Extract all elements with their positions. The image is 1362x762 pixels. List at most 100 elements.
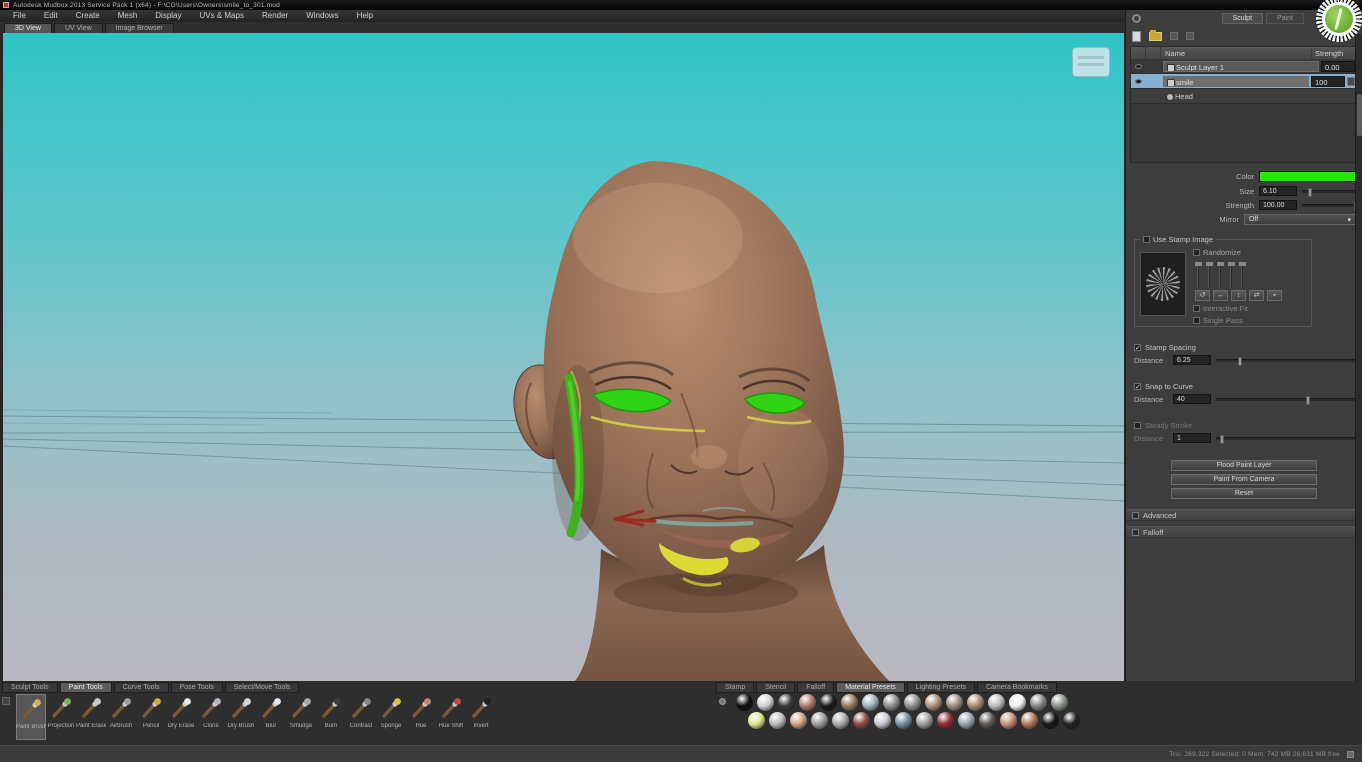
use-stamp-checkbox[interactable]	[1143, 236, 1150, 243]
stamp-transform-button-1[interactable]: ↔	[1213, 290, 1228, 301]
view-tab-image-browser[interactable]: Image Browser	[105, 23, 174, 33]
material-preset-sphere[interactable]	[757, 694, 774, 711]
size-field[interactable]: 6.10	[1259, 186, 1297, 196]
param-value[interactable]: 40	[1173, 394, 1211, 404]
collapsed-section-advanced[interactable]: Advanced	[1126, 509, 1362, 521]
tray-tab-curve-tools[interactable]: Curve Tools	[114, 682, 169, 693]
material-preset-sphere[interactable]	[790, 712, 807, 729]
stamp-transform-button-3[interactable]: ⇄	[1249, 290, 1264, 301]
preset-tab-stamp[interactable]: Stamp	[716, 682, 754, 693]
mirror-dropdown[interactable]: Off ▾	[1244, 214, 1356, 225]
stamp-option-checkbox[interactable]	[1193, 305, 1200, 312]
menu-create[interactable]: Create	[67, 10, 109, 22]
tray-tab-paint-tools[interactable]: Paint Tools	[60, 682, 112, 693]
flood-paint-layer-button[interactable]: Flood Paint Layer	[1171, 460, 1317, 471]
tray-tab-sculpt-tools[interactable]: Sculpt Tools	[2, 682, 58, 693]
layer-tab-paint[interactable]: Paint	[1266, 13, 1304, 24]
scrollbar-handle[interactable]	[1357, 94, 1362, 136]
randomize-checkbox[interactable]	[1193, 249, 1200, 256]
layer-row[interactable]: Head	[1131, 89, 1357, 104]
preset-tab-stencil[interactable]: Stencil	[756, 682, 795, 693]
tool-projection[interactable]: Projection	[46, 694, 76, 740]
reset-button[interactable]: Reset	[1171, 488, 1317, 499]
stamp-option-checkbox[interactable]	[1193, 317, 1200, 324]
material-preset-sphere[interactable]	[811, 712, 828, 729]
material-preset-sphere[interactable]	[925, 694, 942, 711]
layer-row[interactable]: smile100	[1131, 74, 1357, 89]
material-preset-sphere[interactable]	[1000, 712, 1017, 729]
material-preset-sphere[interactable]	[937, 712, 954, 729]
material-preset-sphere[interactable]	[1021, 712, 1038, 729]
menu-mesh[interactable]: Mesh	[109, 10, 147, 22]
material-preset-sphere[interactable]	[1009, 694, 1026, 711]
strength-field[interactable]: 100.00	[1259, 200, 1297, 210]
menu-help[interactable]: Help	[348, 10, 382, 22]
tool-pencil[interactable]: Pencil	[136, 694, 166, 740]
section-checkbox[interactable]	[1134, 383, 1141, 390]
tray-handle-icon[interactable]	[2, 697, 10, 705]
paint-from-camera-button[interactable]: Paint From Camera	[1171, 474, 1317, 485]
panel-scrollbar[interactable]	[1355, 34, 1362, 745]
material-preset-sphere[interactable]	[946, 694, 963, 711]
stamp-preview[interactable]	[1140, 252, 1186, 316]
strength-slider[interactable]	[1302, 204, 1356, 207]
param-slider[interactable]	[1216, 359, 1356, 362]
material-preset-sphere[interactable]	[799, 694, 816, 711]
tool-hue[interactable]: Hue	[406, 694, 436, 740]
expand-icon[interactable]	[1132, 512, 1139, 519]
tool-paint-brush[interactable]: Paint Brush	[16, 694, 46, 740]
material-preset-sphere[interactable]	[874, 712, 891, 729]
material-preset-sphere[interactable]	[1051, 694, 1068, 711]
slider-knob[interactable]	[1220, 435, 1224, 444]
material-preset-sphere[interactable]	[778, 694, 795, 711]
param-value[interactable]: 1	[1173, 433, 1211, 443]
section-checkbox[interactable]	[1134, 344, 1141, 351]
material-preset-sphere[interactable]	[862, 694, 879, 711]
collapsed-section-falloff[interactable]: Falloff	[1126, 526, 1362, 538]
material-preset-sphere[interactable]	[988, 694, 1005, 711]
material-preset-sphere[interactable]	[904, 694, 921, 711]
preset-tab-camera-bookmarks[interactable]: Camera Bookmarks	[977, 682, 1057, 693]
layer-list-empty-area[interactable]	[1131, 104, 1357, 162]
material-preset-sphere[interactable]	[841, 694, 858, 711]
material-preset-sphere[interactable]	[1063, 712, 1080, 729]
tool-paint-erase[interactable]: Paint Erase	[76, 694, 106, 740]
menu-display[interactable]: Display	[146, 10, 190, 22]
menu-windows[interactable]: Windows	[297, 10, 347, 22]
view-tab-uv-view[interactable]: UV View	[54, 23, 103, 33]
material-preset-sphere[interactable]	[1030, 694, 1047, 711]
stamp-transform-button-2[interactable]: ↕	[1231, 290, 1246, 301]
tray-tab-select-move-tools[interactable]: Select/Move Tools	[225, 682, 300, 693]
visibility-eye-icon[interactable]	[1131, 79, 1146, 84]
material-preset-sphere[interactable]	[748, 712, 765, 729]
tool-invert[interactable]: Invert	[466, 694, 496, 740]
layer-name[interactable]: Head	[1163, 91, 1355, 102]
material-preset-sphere[interactable]	[736, 694, 753, 711]
visibility-eye-icon[interactable]	[1131, 64, 1146, 69]
tool-dry-erase[interactable]: Dry Erase	[166, 694, 196, 740]
material-preset-sphere[interactable]	[958, 712, 975, 729]
tray-tab-pose-tools[interactable]: Pose Tools	[171, 682, 223, 693]
preset-tab-falloff[interactable]: Falloff	[797, 682, 834, 693]
size-slider[interactable]	[1302, 190, 1356, 193]
delete-icon[interactable]	[1170, 32, 1178, 40]
stamp-transform-button-0[interactable]: ↺	[1195, 290, 1210, 301]
gear-icon[interactable]	[1132, 14, 1141, 23]
layer-name[interactable]: Sculpt Layer 1	[1163, 61, 1319, 72]
layer-name[interactable]: smile	[1163, 76, 1309, 87]
material-preset-sphere[interactable]	[1042, 712, 1059, 729]
tool-sponge[interactable]: Sponge	[376, 694, 406, 740]
layer-strength-value[interactable]: 100	[1311, 76, 1345, 87]
material-preset-sphere[interactable]	[832, 712, 849, 729]
tool-dry-brush[interactable]: Dry Brush	[226, 694, 256, 740]
layer-row[interactable]: Sculpt Layer 10.00	[1131, 59, 1357, 74]
tool-clone[interactable]: Clone	[196, 694, 226, 740]
layer-strength-value[interactable]: 0.00	[1321, 61, 1355, 72]
menu-file[interactable]: File	[4, 10, 35, 22]
viewport-3d[interactable]	[3, 33, 1124, 681]
view-tab-3d-view[interactable]: 3D View	[4, 23, 52, 33]
stamp-transform-button-4[interactable]: ▪	[1267, 290, 1282, 301]
material-preset-sphere[interactable]	[895, 712, 912, 729]
tool-smudge[interactable]: Smudge	[286, 694, 316, 740]
slider-knob[interactable]	[1306, 396, 1310, 405]
